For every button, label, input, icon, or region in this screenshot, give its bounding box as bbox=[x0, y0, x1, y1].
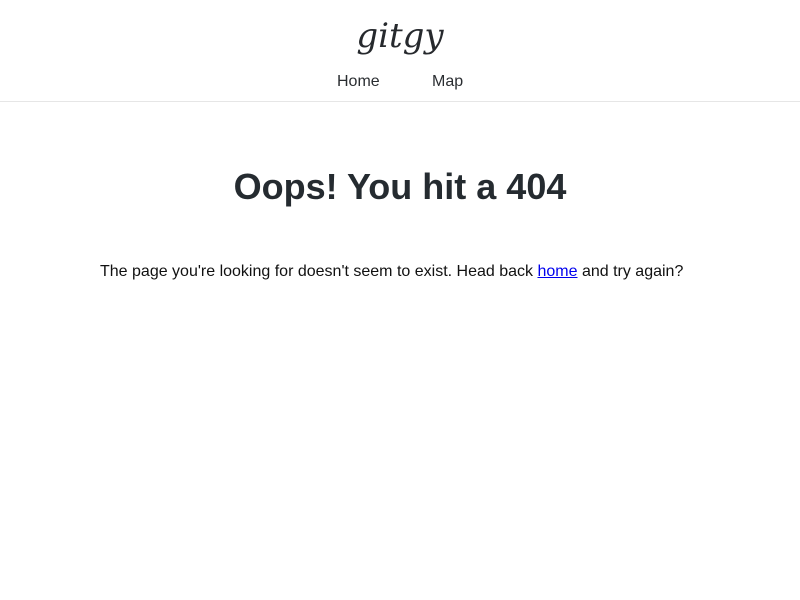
message-text-after: and try again? bbox=[577, 263, 684, 280]
home-link[interactable]: home bbox=[537, 263, 577, 280]
page-title: Oops! You hit a 404 bbox=[233, 166, 567, 207]
main-nav: Home Map bbox=[0, 72, 800, 94]
site-logo[interactable]: gitgy bbox=[0, 14, 800, 58]
error-message: The page you're looking for doesn't seem… bbox=[100, 262, 740, 282]
nav-link-map[interactable]: Map bbox=[432, 72, 463, 92]
nav-link-home[interactable]: Home bbox=[337, 72, 380, 92]
site-header: gitgy Home Map bbox=[0, 0, 800, 102]
message-text-before: The page you're looking for doesn't seem… bbox=[100, 263, 538, 280]
